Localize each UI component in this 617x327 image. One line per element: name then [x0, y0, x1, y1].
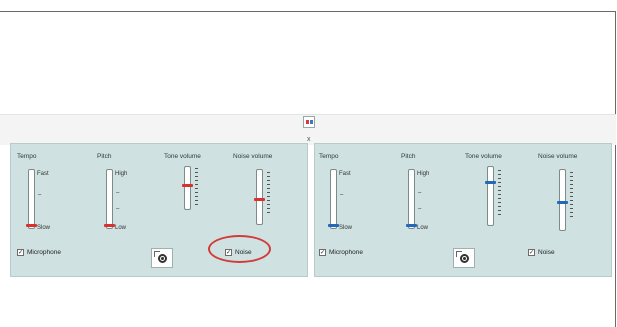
pitch-thumb[interactable] — [406, 224, 417, 227]
microphone-checkbox[interactable]: ✓ Microphone — [319, 249, 363, 256]
tone-volume-label: Tone volume — [465, 153, 502, 160]
pitch-high-label: High — [417, 171, 430, 177]
pitch-slider[interactable] — [406, 169, 417, 229]
noise-volume-ticks — [570, 172, 573, 220]
tone-volume-label: Tone volume — [164, 153, 201, 160]
tempo-fast-label: Fast — [339, 171, 351, 177]
noise-volume-ticks — [267, 172, 270, 216]
tempo-mid-label: – — [340, 192, 344, 198]
tempo-fast-label: Fast — [37, 171, 49, 177]
noise-volume-thumb[interactable] — [254, 197, 265, 201]
noise-volume-label: Noise volume — [538, 153, 578, 160]
checkbox-icon[interactable]: ✓ — [528, 249, 535, 256]
pitch-mid-label-1: – — [418, 190, 422, 196]
pitch-high-label: High — [115, 171, 128, 177]
microphone-label: Microphone — [27, 249, 61, 256]
settings-button[interactable] — [151, 248, 173, 268]
checkbox-icon[interactable]: ✓ — [319, 249, 326, 256]
swap-icon[interactable] — [303, 116, 315, 128]
tempo-mid-label: – — [38, 192, 42, 198]
tempo-thumb[interactable] — [328, 224, 339, 227]
settings-button[interactable] — [453, 248, 475, 268]
tempo-slider[interactable] — [26, 169, 37, 229]
tone-volume-slider[interactable] — [182, 166, 193, 210]
noise-volume-thumb[interactable] — [557, 200, 568, 204]
pitch-mid-label-2: – — [116, 206, 120, 212]
noise-label: Noise — [538, 249, 555, 256]
pitch-label: Pitch — [401, 153, 416, 160]
pitch-low-label: Low — [417, 225, 429, 231]
settings-gear-icon — [158, 254, 167, 263]
pitch-mid-label-2: – — [418, 206, 422, 212]
noise-volume-label: Noise volume — [233, 153, 273, 160]
tempo-thumb[interactable] — [26, 224, 37, 227]
pitch-mid-label-1: – — [116, 190, 120, 196]
tone-volume-ticks — [195, 168, 198, 208]
tempo-slow-label: Slow — [339, 225, 353, 231]
noise-checkbox[interactable]: ✓ Noise — [528, 249, 555, 256]
tempo-label: Tempo — [17, 153, 37, 160]
divider-marker: x — [307, 136, 311, 143]
tempo-slider[interactable] — [328, 169, 339, 229]
pitch-slider[interactable] — [104, 169, 115, 229]
settings-gear-icon — [460, 254, 469, 263]
microphone-checkbox[interactable]: ✓ Microphone — [17, 249, 61, 256]
pitch-thumb[interactable] — [104, 224, 115, 227]
noise-volume-slider[interactable] — [254, 169, 265, 225]
pitch-label: Pitch — [97, 153, 112, 160]
tempo-slow-label: Slow — [37, 225, 51, 231]
tone-volume-thumb[interactable] — [485, 180, 496, 184]
noise-volume-slider[interactable] — [557, 169, 568, 231]
microphone-label: Microphone — [329, 249, 363, 256]
tone-volume-ticks — [498, 170, 501, 218]
tone-volume-thumb[interactable] — [182, 184, 193, 188]
pitch-low-label: Low — [115, 225, 127, 231]
noise-checkbox-highlight — [208, 235, 271, 263]
tempo-label: Tempo — [319, 153, 339, 160]
checkbox-icon[interactable]: ✓ — [17, 249, 24, 256]
right-panel: Tempo Pitch Tone volume Noise volume Fas… — [314, 143, 612, 277]
tone-volume-slider[interactable] — [485, 166, 496, 226]
